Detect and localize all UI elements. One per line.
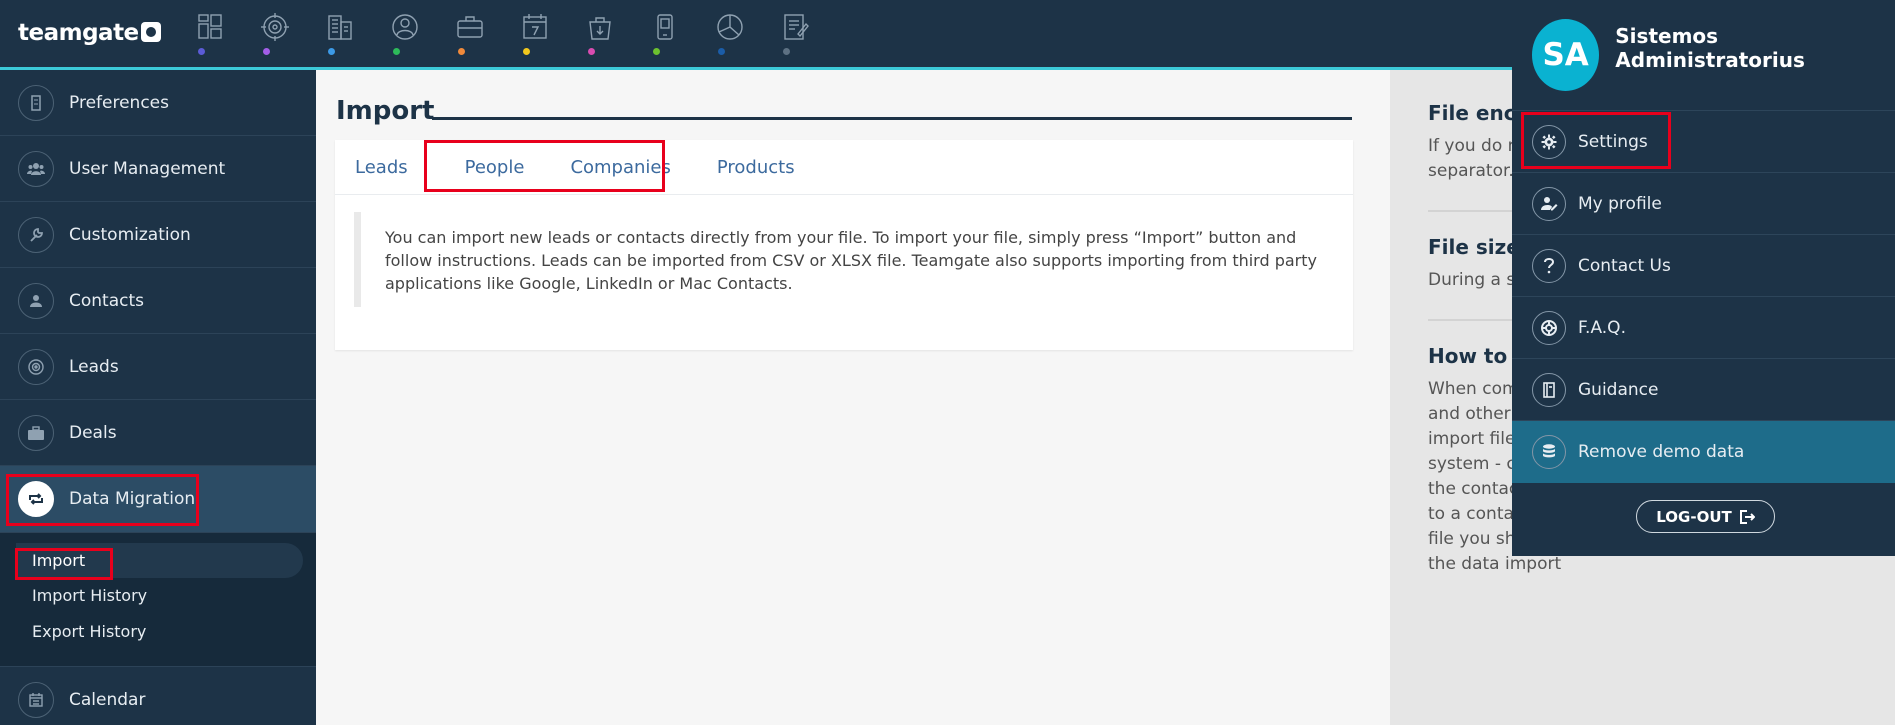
sync-icon: [18, 481, 54, 517]
sidebar-item-contacts[interactable]: Contacts: [0, 268, 316, 334]
nav-bag-icon[interactable]: [575, 8, 640, 60]
nav-dot: [458, 48, 465, 55]
sidebar-item-label: Deals: [69, 422, 117, 443]
nav-briefcase-icon[interactable]: [445, 8, 510, 60]
module-nav: [185, 8, 835, 60]
nav-target-icon[interactable]: [250, 8, 315, 60]
nav-person-icon[interactable]: [380, 8, 445, 60]
tab-people[interactable]: People: [465, 157, 525, 178]
menu-item-label: Guidance: [1578, 379, 1659, 400]
tab-leads[interactable]: Leads: [355, 157, 408, 178]
logout-icon: [1739, 509, 1755, 524]
user-menu-header: SA Sistemos Administratorius: [1512, 0, 1895, 111]
sidebar-item-customization[interactable]: Customization: [0, 202, 316, 268]
sidebar-item-user-management[interactable]: User Management: [0, 136, 316, 202]
tab-companies[interactable]: Companies: [570, 157, 670, 178]
nav-dot: [523, 48, 530, 55]
page-title: Import: [336, 96, 435, 126]
sidebar-item-label: Preferences: [69, 92, 169, 113]
sidebar-item-label: User Management: [69, 158, 226, 179]
sidebar-item-label: Contacts: [69, 290, 144, 311]
nav-dot: [653, 48, 660, 55]
nav-dot: [263, 48, 270, 55]
question-icon: [1532, 248, 1566, 283]
sidebar-item-preferences[interactable]: Preferences: [0, 70, 316, 136]
main-content: Import Leads People Companies Products Y…: [316, 70, 1390, 725]
menu-item-label: My profile: [1578, 193, 1662, 214]
user-name: Sistemos Administratorius: [1615, 24, 1805, 72]
menu-item-remove-demo-data[interactable]: Remove demo data: [1512, 421, 1895, 483]
sidebar-item-data-migration[interactable]: Data Migration: [0, 466, 316, 533]
nav-dot: [783, 48, 790, 55]
sidebar-item-label: Customization: [69, 224, 191, 245]
target-icon: [18, 348, 54, 385]
sidebar-item-label: Leads: [69, 356, 119, 377]
gear-icon: [1532, 124, 1566, 159]
user-edit-icon: [1532, 186, 1566, 221]
menu-item-settings[interactable]: Settings: [1512, 111, 1895, 173]
avatar[interactable]: SA: [1532, 19, 1600, 91]
users-icon: [18, 150, 54, 187]
import-card: Leads People Companies Products You can …: [335, 140, 1353, 350]
logout-label: LOG-OUT: [1656, 507, 1732, 526]
nav-buildings-icon[interactable]: [315, 8, 380, 60]
book-icon: [1532, 372, 1566, 407]
nav-dot: [198, 48, 205, 55]
menu-item-label: Remove demo data: [1578, 441, 1745, 462]
user-menu-dropdown: SA Sistemos Administratorius Settings My…: [1512, 0, 1895, 556]
data-migration-subnav: Import Import History Export History: [0, 533, 316, 667]
subnav-export-history[interactable]: Export History: [0, 614, 316, 650]
subnav-import[interactable]: Import: [16, 543, 303, 578]
nav-calendar-icon[interactable]: [510, 8, 575, 60]
calendar-icon: [18, 681, 54, 718]
building-icon: [18, 84, 54, 121]
title-divider: [432, 117, 1352, 120]
sidebar-item-leads[interactable]: Leads: [0, 334, 316, 400]
subnav-import-history[interactable]: Import History: [0, 578, 316, 614]
database-icon: [1532, 434, 1566, 469]
briefcase-icon: [18, 414, 54, 451]
menu-item-label: Settings: [1578, 131, 1648, 152]
nav-dot: [393, 48, 400, 55]
settings-sidebar: Preferences User Management Customizatio…: [0, 70, 316, 725]
sidebar-item-calendar[interactable]: Calendar: [0, 667, 316, 725]
sidebar-item-label: Data Migration: [69, 489, 196, 509]
nav-phone-icon[interactable]: [640, 8, 705, 60]
contact-icon: [18, 282, 54, 319]
wrench-icon: [18, 216, 54, 253]
logout-button[interactable]: LOG-OUT: [1636, 500, 1775, 533]
import-tabs: Leads People Companies Products: [335, 140, 1353, 195]
teamgate-logo[interactable]: teamgate: [18, 20, 161, 46]
sidebar-item-deals[interactable]: Deals: [0, 400, 316, 466]
lifebuoy-icon: [1532, 310, 1566, 345]
sidebar-item-label: Calendar: [69, 689, 146, 710]
menu-item-faq[interactable]: F.A.Q.: [1512, 297, 1895, 359]
import-description: You can import new leads or contacts dir…: [354, 212, 1334, 307]
menu-item-my-profile[interactable]: My profile: [1512, 173, 1895, 235]
tab-products[interactable]: Products: [717, 157, 795, 178]
menu-item-label: Contact Us: [1578, 255, 1671, 276]
nav-dot: [718, 48, 725, 55]
nav-dashboard-icon[interactable]: [185, 8, 250, 60]
menu-item-contact-us[interactable]: Contact Us: [1512, 235, 1895, 297]
nav-document-icon[interactable]: [770, 8, 835, 60]
logo-badge-icon: [140, 21, 161, 42]
menu-item-label: F.A.Q.: [1578, 317, 1626, 338]
nav-pie-chart-icon[interactable]: [705, 8, 770, 60]
nav-dot: [328, 48, 335, 55]
menu-item-guidance[interactable]: Guidance: [1512, 359, 1895, 421]
nav-dot: [588, 48, 595, 55]
